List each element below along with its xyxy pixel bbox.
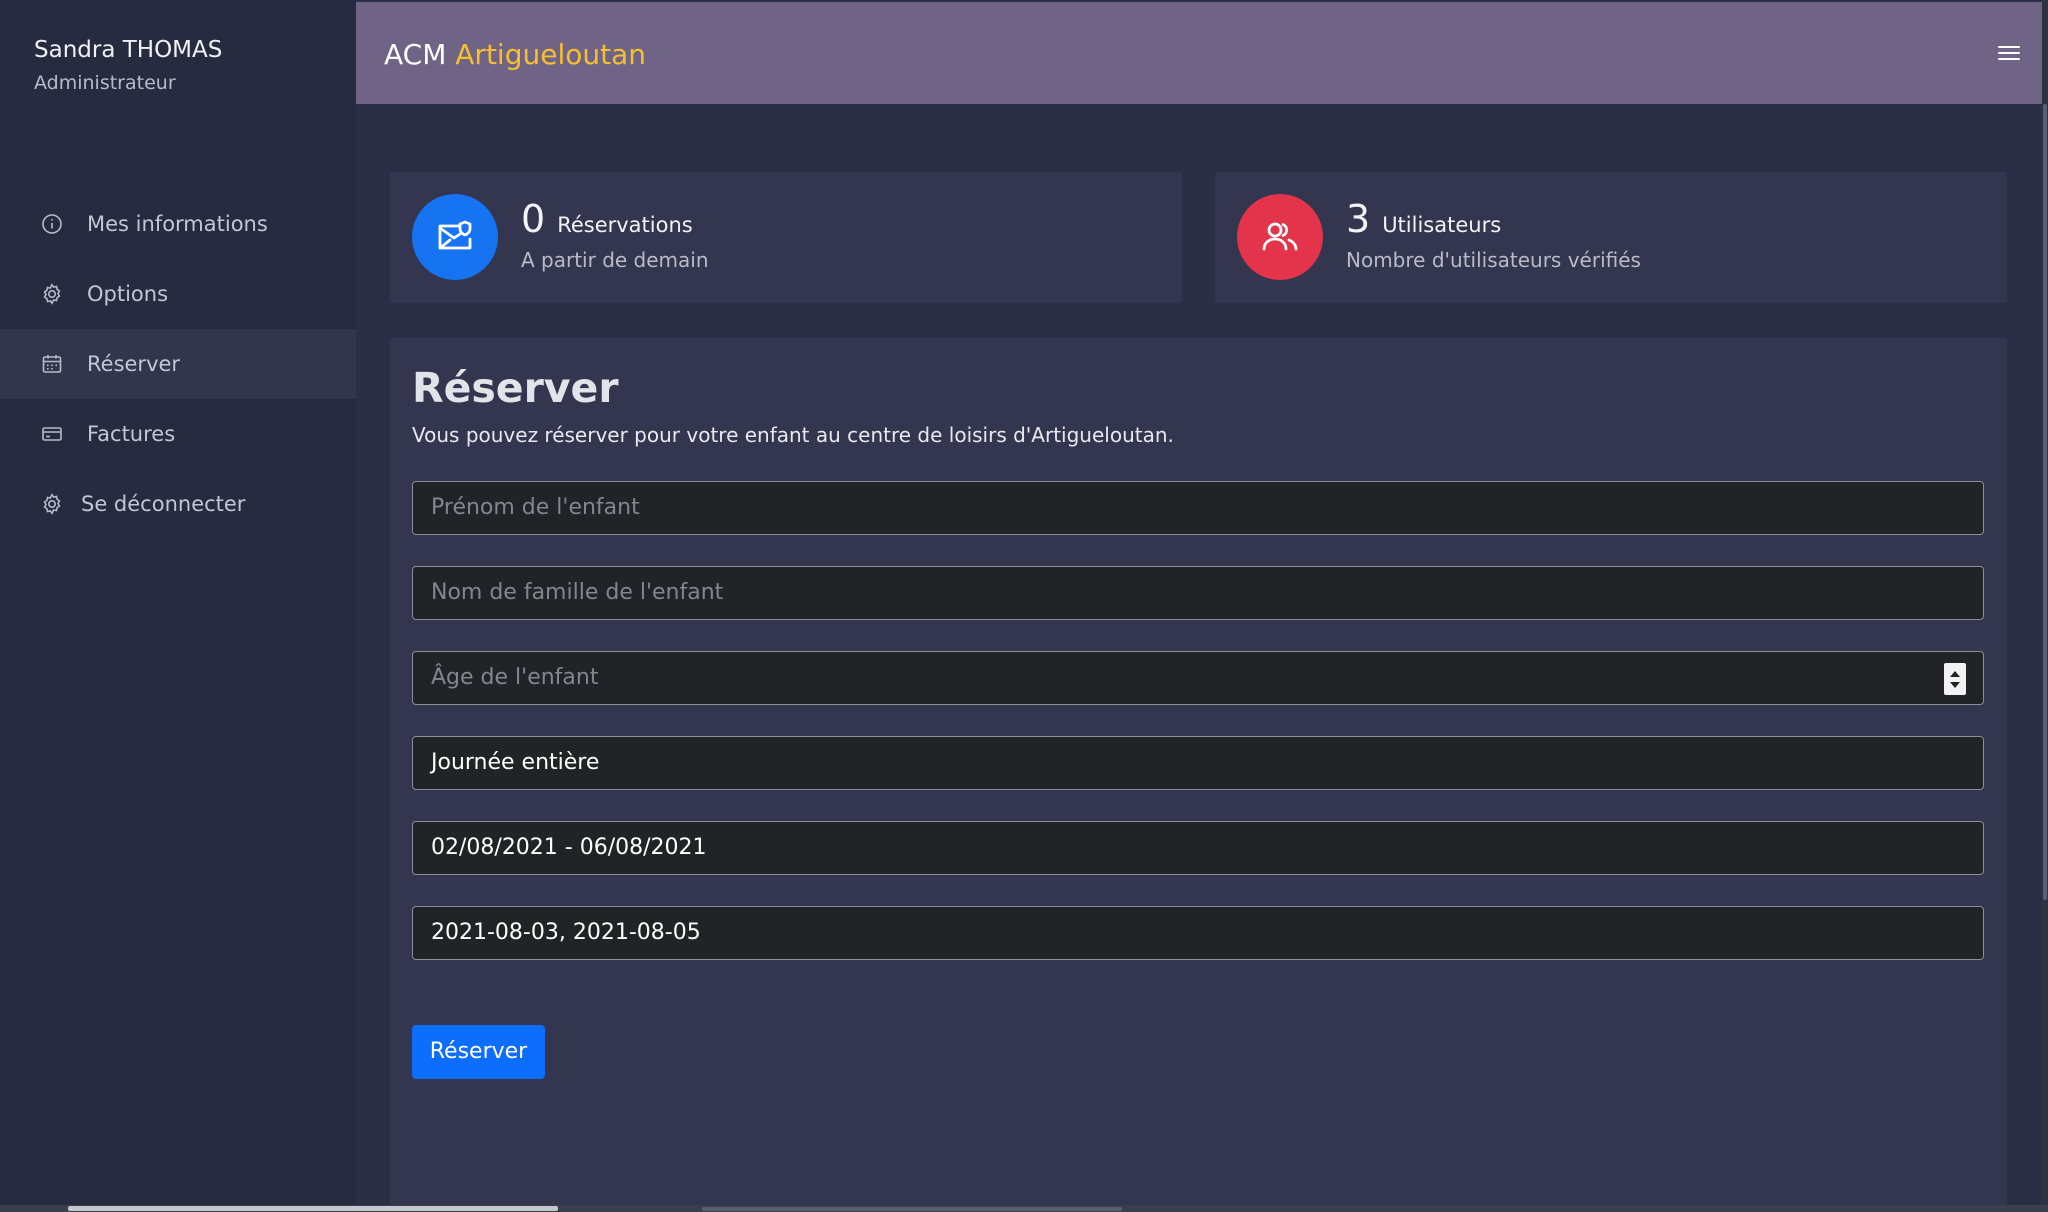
app-window: Sandra THOMAS Administrateur Mes informa… [0, 0, 2048, 1212]
reservations-label: Réservations [557, 213, 693, 237]
brand-prefix: ACM [384, 38, 447, 71]
gear-icon [40, 492, 64, 516]
reservations-count: 0 [521, 197, 546, 241]
horizontal-scrollbar-thumb[interactable] [68, 1206, 558, 1211]
form-title: Réserver [412, 364, 619, 412]
reservations-subtext: A partir de demain [521, 248, 709, 272]
users-icon [1237, 194, 1323, 280]
brand-name: Artigueloutan [455, 38, 646, 71]
child-first-name-input[interactable]: Prénom de l'enfant [412, 481, 1984, 535]
vertical-scrollbar-thumb[interactable] [2043, 104, 2047, 900]
envelope-icon [412, 194, 498, 280]
sidebar-nav: Mes informations Options Réserver Factur… [0, 189, 356, 539]
reservations-stat-card: 0 Réservations A partir de demain [390, 172, 1182, 303]
sidebar-item-mes-informations[interactable]: Mes informations [0, 189, 356, 259]
info-icon [40, 212, 64, 236]
user-block: Sandra THOMAS Administrateur [34, 34, 222, 98]
sidebar-item-se-deconnecter[interactable]: Se déconnecter [0, 469, 356, 539]
user-role: Administrateur [34, 72, 176, 94]
users-count: 3 [1346, 197, 1371, 241]
sidebar-item-options[interactable]: Options [0, 259, 356, 329]
user-name: Sandra THOMAS [34, 37, 223, 63]
users-subtext: Nombre d'utilisateurs vérifiés [1346, 248, 1641, 272]
top-header: ACM Artigueloutan [356, 2, 2044, 104]
reservation-form-card: Réserver Vous pouvez réserver pour votre… [390, 338, 2007, 1212]
number-stepper[interactable] [1944, 663, 1966, 695]
gear-icon [40, 282, 64, 306]
sidebar-item-label: Se déconnecter [81, 492, 246, 516]
child-last-name-input[interactable]: Nom de famille de l'enfant [412, 566, 1984, 620]
form-description: Vous pouvez réserver pour votre enfant a… [412, 423, 1174, 447]
sidebar-item-reserver[interactable]: Réserver [0, 329, 356, 399]
sidebar-item-label: Factures [87, 422, 176, 446]
hamburger-menu-icon[interactable] [1996, 42, 2022, 64]
brand-title[interactable]: ACM Artigueloutan [384, 36, 646, 74]
sidebar: Sandra THOMAS Administrateur Mes informa… [0, 0, 356, 1205]
stepper-up-icon[interactable] [1950, 670, 1960, 677]
reserve-submit-button[interactable]: Réserver [412, 1025, 545, 1079]
users-stat-card: 3 Utilisateurs Nombre d'utilisateurs vér… [1215, 172, 2007, 303]
selected-dates-input[interactable]: 2021-08-03, 2021-08-05 [412, 906, 1984, 960]
credit-card-icon [40, 422, 64, 446]
sidebar-item-label: Réserver [87, 352, 181, 376]
child-age-placeholder: Âge de l'enfant [431, 665, 599, 690]
week-range-input[interactable]: 02/08/2021 - 06/08/2021 [412, 821, 1984, 875]
duration-select[interactable]: Journée entière [412, 736, 1984, 790]
stepper-down-icon[interactable] [1950, 681, 1960, 688]
sidebar-item-factures[interactable]: Factures [0, 399, 356, 469]
horizontal-scrollbar-segment [702, 1207, 1122, 1211]
sidebar-item-label: Mes informations [87, 212, 268, 236]
child-age-input[interactable]: Âge de l'enfant [412, 651, 1984, 705]
calendar-icon [40, 352, 64, 376]
sidebar-item-label: Options [87, 282, 169, 306]
users-label: Utilisateurs [1382, 213, 1502, 237]
